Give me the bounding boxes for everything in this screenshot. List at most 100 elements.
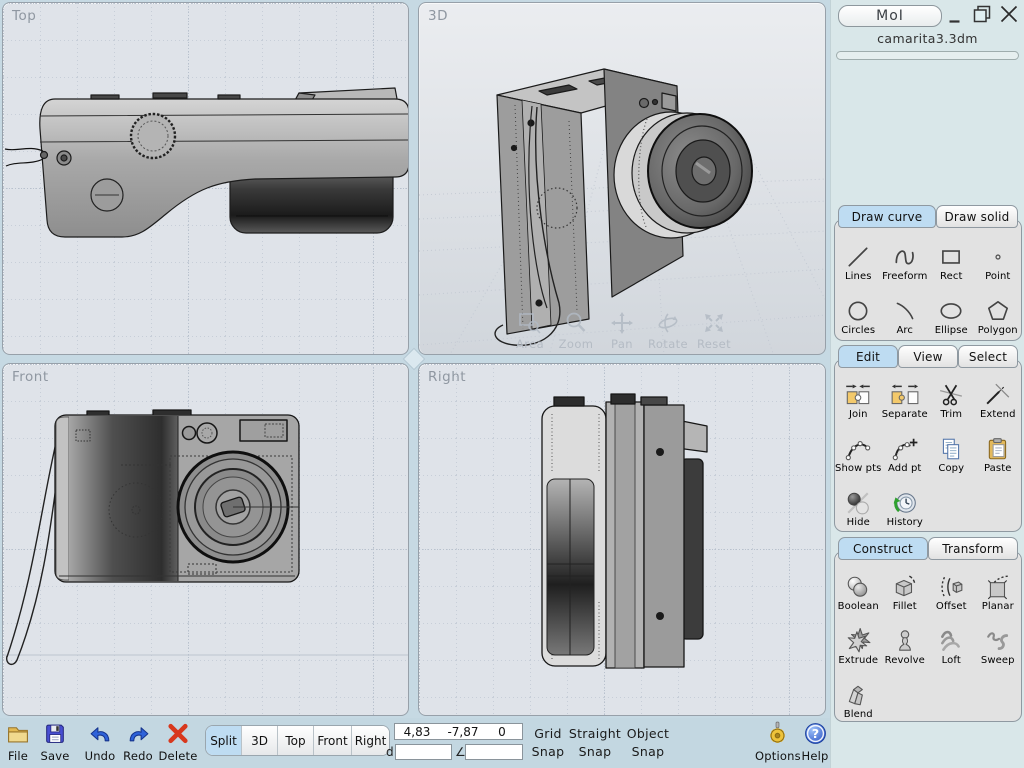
view-button-top[interactable]: Top (278, 726, 314, 755)
distance-input[interactable] (395, 744, 452, 760)
tab-construct[interactable]: Construct (838, 537, 928, 560)
help-button[interactable]: ? Help (797, 721, 833, 763)
angle-input[interactable] (465, 744, 523, 760)
viewport-right[interactable]: Right (418, 363, 826, 716)
area-zoom-control[interactable]: Area (512, 310, 548, 351)
viewport-top-label[interactable]: Top (12, 8, 36, 24)
delete-label: Delete (158, 749, 198, 763)
view-button-3d[interactable]: 3D (242, 726, 278, 755)
tool-trim[interactable]: Trim (928, 366, 975, 420)
viewport-3d-label[interactable]: 3D (428, 8, 448, 24)
tool-label: Extend (980, 409, 1016, 420)
tool-boolean[interactable]: Boolean (835, 558, 882, 612)
tool-join[interactable]: Join (835, 366, 882, 420)
save-floppy-icon (42, 721, 68, 746)
pan-icon (609, 310, 635, 336)
separate-icon (890, 382, 920, 408)
tool-hide[interactable]: Hide (835, 474, 882, 528)
undo-arrow-icon (87, 721, 114, 746)
tool-polygon[interactable]: Polygon (975, 282, 1022, 336)
reset-label: Reset (697, 337, 731, 351)
file-button[interactable]: File (0, 721, 38, 763)
tool-label: Point (985, 271, 1010, 282)
tool-arc[interactable]: Arc (882, 282, 929, 336)
tool-label: Ellipse (935, 325, 968, 336)
delete-button[interactable]: Delete (158, 721, 198, 763)
tool-freeform[interactable]: Freeform (882, 228, 929, 282)
tool-rect[interactable]: Rect (928, 228, 975, 282)
tool-point[interactable]: Point (975, 228, 1022, 282)
tool-revolve[interactable]: Revolve (882, 612, 929, 666)
reset-icon (701, 310, 727, 336)
tab-transform[interactable]: Transform (928, 537, 1018, 560)
construct-tab-row: Construct Transform (838, 537, 1018, 560)
viewport-right-label[interactable]: Right (428, 369, 466, 385)
tool-history[interactable]: History (882, 474, 929, 528)
rect-icon (938, 244, 964, 270)
extend-icon (985, 382, 1011, 408)
tool-label: Planar (982, 601, 1014, 612)
tool-label: History (887, 517, 923, 528)
viewport-front-label[interactable]: Front (12, 369, 49, 385)
view-button-front[interactable]: Front (314, 726, 352, 755)
tool-label: Polygon (978, 325, 1018, 336)
draw-tool-panel: Lines Freeform Rect (834, 219, 1022, 341)
minimize-icon[interactable] (947, 10, 963, 24)
tool-add-pt[interactable]: Add pt (882, 420, 929, 474)
tab-draw-curve[interactable]: Draw curve (838, 205, 936, 228)
tool-loft[interactable]: Loft (928, 612, 975, 666)
tool-paste[interactable]: Paste (975, 420, 1022, 474)
redo-button[interactable]: Redo (118, 721, 158, 763)
tool-ellipse[interactable]: Ellipse (928, 282, 975, 336)
viewport-3d[interactable]: 3D Area Zoom (418, 2, 826, 355)
zoom-control[interactable]: Zoom (558, 310, 594, 351)
tool-sweep[interactable]: Sweep (975, 612, 1022, 666)
tab-draw-solid[interactable]: Draw solid (936, 205, 1018, 228)
document-filename: camarita3.3dm (831, 31, 1024, 46)
tool-offset[interactable]: Offset (928, 558, 975, 612)
view-button-right[interactable]: Right (352, 726, 389, 755)
side-panel: MoI camarita3.3dm Draw curve Draw solid (830, 0, 1024, 768)
options-button[interactable]: Options (755, 721, 799, 763)
tool-extend[interactable]: Extend (975, 366, 1022, 420)
viewport-top[interactable]: Top (2, 2, 409, 355)
area-icon (517, 310, 543, 336)
tool-planar[interactable]: Planar (975, 558, 1022, 612)
viewport-front[interactable]: Front (2, 363, 409, 716)
rotate-icon (655, 310, 681, 336)
tool-separate[interactable]: Separate (882, 366, 929, 420)
tab-select[interactable]: Select (958, 345, 1018, 368)
tab-edit[interactable]: Edit (838, 345, 898, 368)
undo-button[interactable]: Undo (80, 721, 120, 763)
save-button[interactable]: Save (35, 721, 75, 763)
object-snap-line2: Snap (620, 743, 676, 761)
tool-circles[interactable]: Circles (835, 282, 882, 336)
tool-show-pts[interactable]: Show pts (835, 420, 882, 474)
straight-snap-toggle[interactable]: Straight Snap (564, 725, 626, 761)
tool-lines[interactable]: Lines (835, 228, 882, 282)
tool-label: Paste (984, 463, 1012, 474)
app-menu-button[interactable]: MoI (838, 5, 942, 27)
view-button-split[interactable]: Split (206, 726, 242, 755)
restore-window-icon[interactable] (971, 4, 993, 24)
tool-blend[interactable]: Blend (835, 666, 882, 720)
tool-label: Sweep (981, 655, 1015, 666)
tool-label: Rect (940, 271, 962, 282)
tool-extrude[interactable]: Extrude (835, 612, 882, 666)
coordinate-y: -7,87 (439, 725, 487, 739)
object-snap-toggle[interactable]: Object Snap (620, 725, 676, 761)
close-window-icon[interactable] (998, 4, 1020, 24)
help-glyph: ? (811, 726, 818, 741)
delete-x-icon (165, 721, 191, 746)
tool-label: Circles (841, 325, 875, 336)
pan-control[interactable]: Pan (604, 310, 640, 351)
tool-fillet[interactable]: Fillet (882, 558, 929, 612)
rotate-control[interactable]: Rotate (650, 310, 686, 351)
coordinate-readout[interactable]: 4,83 -7,87 0 (394, 723, 523, 740)
tool-label: Arc (896, 325, 913, 336)
tool-copy[interactable]: Copy (928, 420, 975, 474)
reset-view-control[interactable]: Reset (696, 310, 732, 351)
paste-clipboard-icon (985, 436, 1011, 462)
tab-view[interactable]: View (898, 345, 958, 368)
bottom-toolbar: File Save Undo Redo (0, 718, 830, 768)
